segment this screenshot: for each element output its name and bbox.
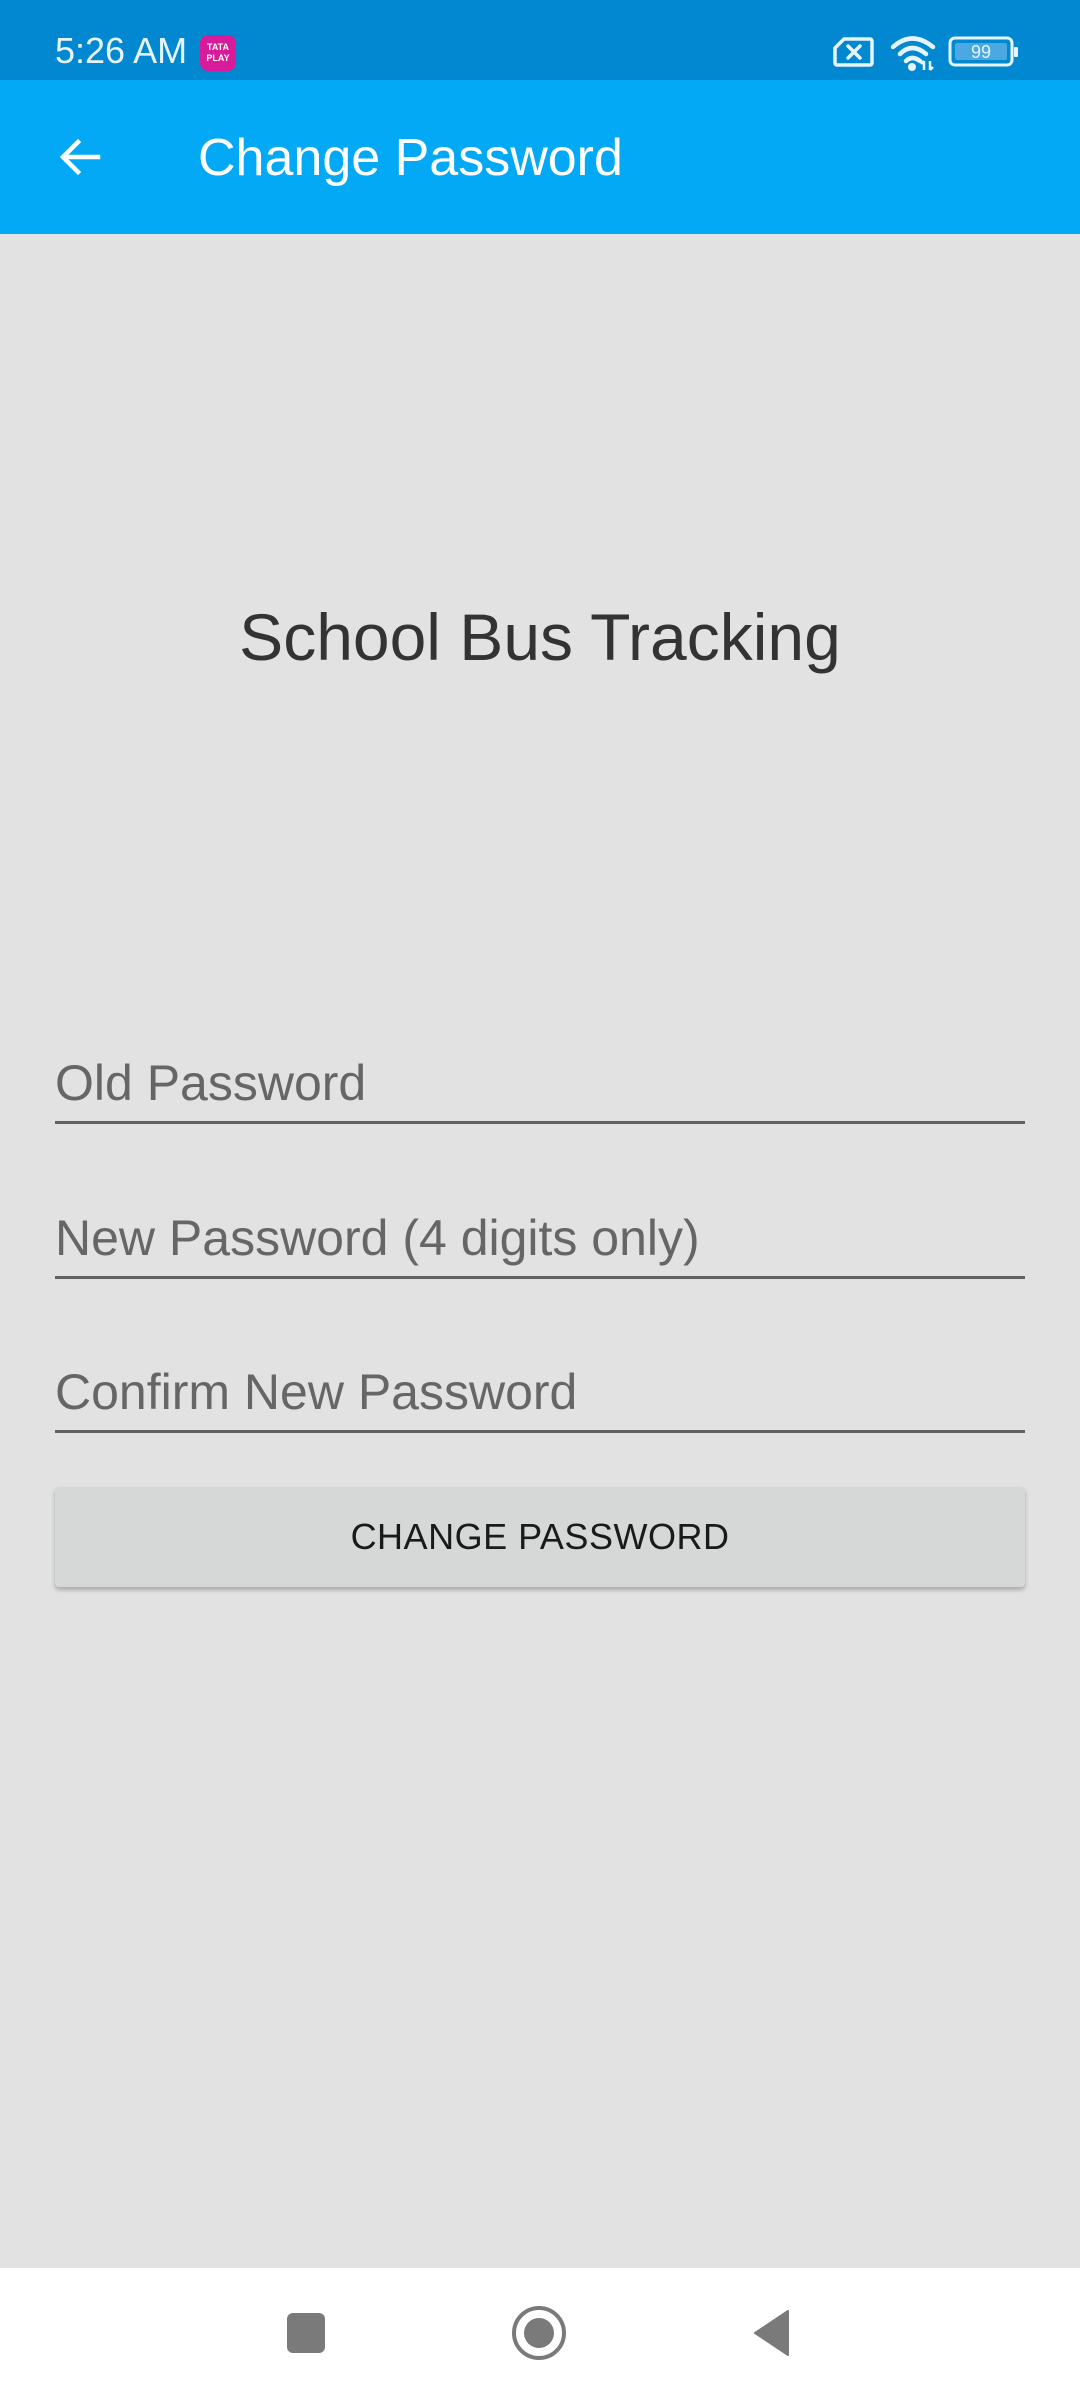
sim-disabled-icon bbox=[833, 37, 874, 67]
arrow-back-icon bbox=[59, 138, 101, 176]
status-bar: 5:26 AM TATA PLAY 99 bbox=[0, 0, 1080, 80]
back-icon bbox=[754, 2310, 789, 2356]
change-password-button[interactable]: CHANGE PASSWORD bbox=[55, 1487, 1025, 1587]
old-password-input[interactable] bbox=[55, 1034, 1025, 1121]
back-nav-button[interactable] bbox=[722, 2288, 822, 2378]
new-password-input[interactable] bbox=[55, 1189, 1025, 1276]
back-button[interactable] bbox=[40, 117, 120, 197]
app-bar: Change Password bbox=[0, 80, 1080, 234]
wifi-icon bbox=[890, 36, 936, 71]
status-time: 5:26 AM bbox=[55, 30, 188, 71]
page-title: Change Password bbox=[198, 129, 623, 187]
battery-icon: 99 bbox=[948, 36, 1018, 67]
confirm-password-input[interactable] bbox=[55, 1343, 1025, 1430]
app-name-heading: School Bus Tracking bbox=[239, 600, 841, 674]
old-password-field bbox=[55, 1034, 1025, 1124]
recents-button[interactable] bbox=[256, 2288, 356, 2378]
new-password-field bbox=[55, 1189, 1025, 1279]
battery-level: 99 bbox=[971, 42, 991, 62]
confirm-password-field bbox=[55, 1343, 1025, 1433]
tata-play-notification-icon: TATA PLAY bbox=[200, 35, 236, 71]
main-content: School Bus Tracking CHANGE PASSWORD bbox=[0, 234, 1080, 2268]
home-button[interactable] bbox=[489, 2288, 589, 2378]
recents-icon bbox=[287, 2313, 325, 2353]
system-nav-bar bbox=[0, 2268, 1080, 2400]
home-icon bbox=[512, 2306, 566, 2360]
